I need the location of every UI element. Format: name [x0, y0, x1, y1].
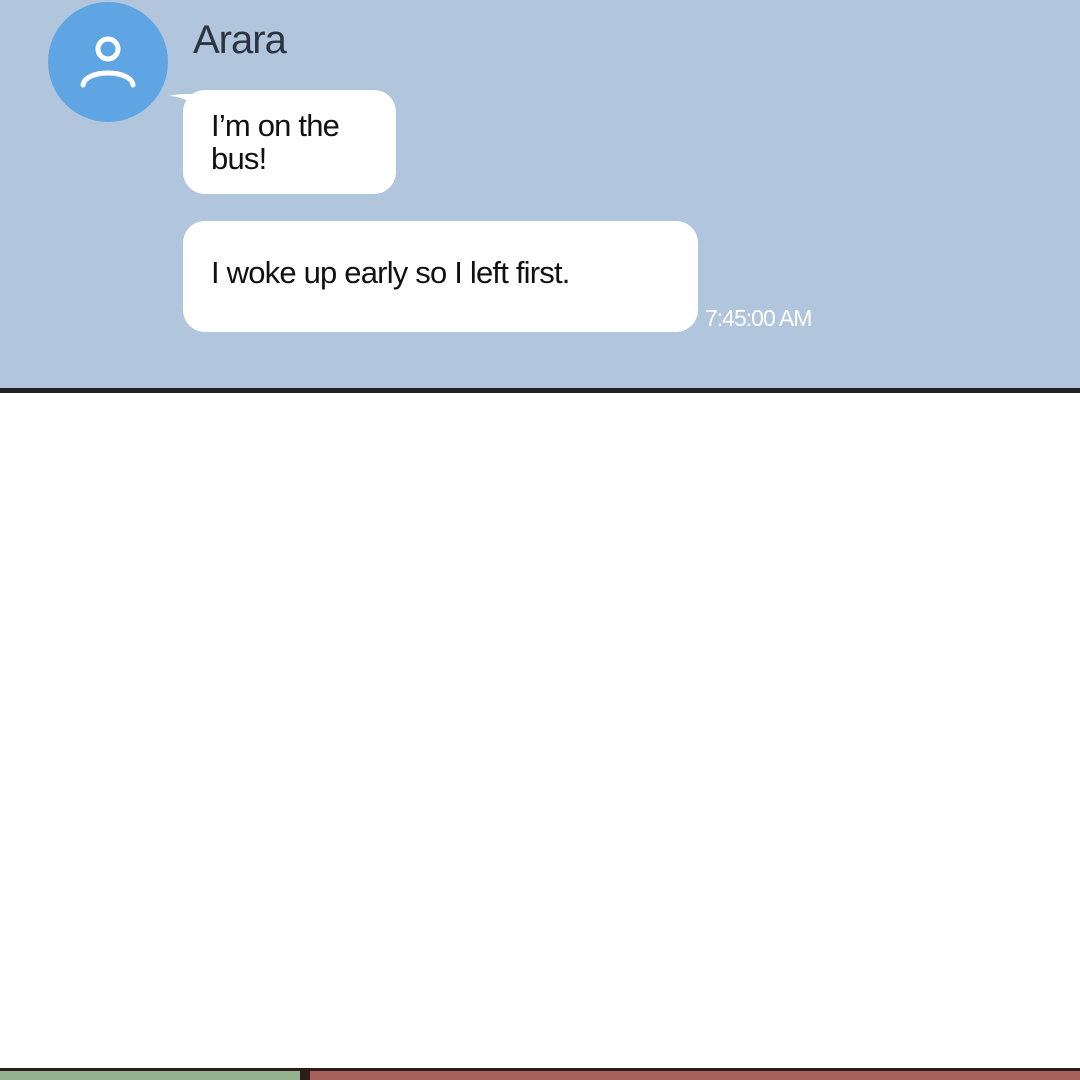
blank-panel	[0, 393, 1080, 1068]
bottom-panel-red	[310, 1071, 1080, 1080]
sender-name: Arara	[193, 18, 287, 62]
bottom-panel-green	[0, 1071, 300, 1080]
bottom-panel-edge	[0, 1068, 1080, 1080]
message-text: I woke up early so I left first.	[211, 255, 570, 290]
message-timestamp: 7:45:00 AM	[705, 305, 812, 331]
message-bubble[interactable]: I woke up early so I left first.	[183, 221, 698, 332]
sender-avatar[interactable]	[48, 2, 168, 122]
message-text: I’m on the bus!	[211, 108, 340, 176]
message-bubble[interactable]: I’m on the bus!	[183, 90, 396, 194]
person-icon	[80, 36, 136, 88]
chat-panel: Arara I’m on the bus! I woke up early so…	[0, 0, 1080, 393]
